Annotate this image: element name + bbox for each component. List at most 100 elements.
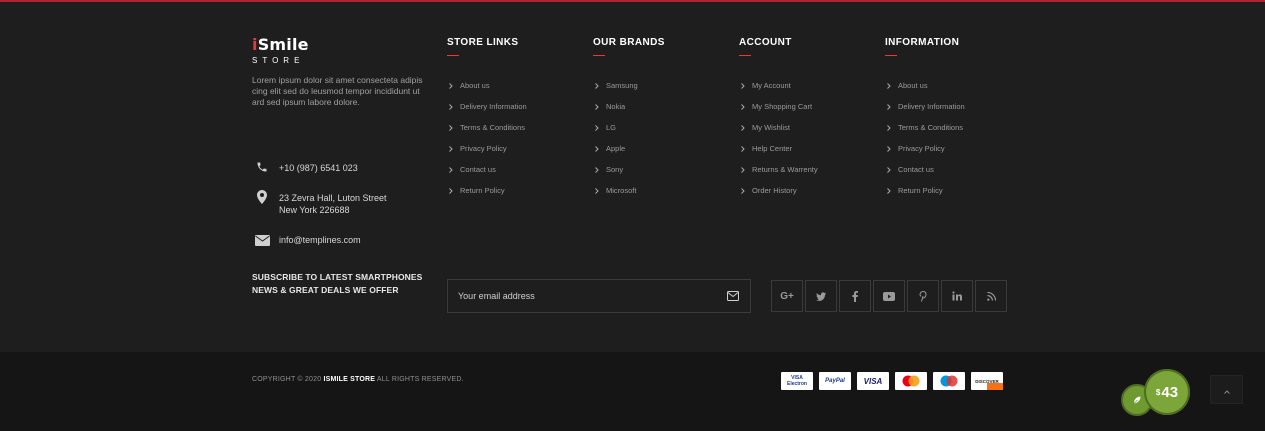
pinterest-icon[interactable] xyxy=(907,280,939,312)
title-underline xyxy=(739,55,751,56)
social-links: G+ xyxy=(771,280,1009,312)
maestro-card-icon xyxy=(933,372,965,390)
footer-link[interactable]: Microsoft xyxy=(593,186,665,207)
email-address[interactable]: info@templines.com xyxy=(279,234,361,246)
chevron-right-icon xyxy=(887,81,895,90)
chevron-right-icon xyxy=(449,102,457,111)
title-underline xyxy=(593,55,605,56)
column-information: INFORMATION About us Delivery Informatio… xyxy=(885,37,965,207)
chevron-right-icon xyxy=(741,165,749,174)
logo-subtitle: STORE xyxy=(252,56,305,65)
price-amount: 43 xyxy=(1161,383,1179,401)
column-title: INFORMATION xyxy=(885,37,960,48)
chevron-right-icon xyxy=(449,81,457,90)
chevron-up-icon xyxy=(1223,381,1230,399)
footer-link[interactable]: Help Center xyxy=(739,144,818,165)
chevron-right-icon xyxy=(449,144,457,153)
chevron-right-icon xyxy=(449,165,457,174)
address-line-2: New York 226688 xyxy=(279,205,350,215)
chevron-right-icon xyxy=(595,186,603,195)
google-plus-icon[interactable]: G+ xyxy=(771,280,803,312)
footer-link[interactable]: Returns & Warrenty xyxy=(739,165,818,186)
chevron-right-icon xyxy=(595,144,603,153)
youtube-icon[interactable] xyxy=(873,280,905,312)
footer-link[interactable]: Terms & Conditions xyxy=(885,123,965,144)
phone-number: +10 (987) 6541 023 xyxy=(279,163,358,173)
footer-link[interactable]: Return Policy xyxy=(885,186,965,207)
chevron-right-icon xyxy=(595,123,603,132)
copyright-brand[interactable]: ISMILE STORE xyxy=(323,376,375,383)
chevron-right-icon xyxy=(887,186,895,195)
footer-link[interactable]: Order History xyxy=(739,186,818,207)
chevron-right-icon xyxy=(741,81,749,90)
twitter-icon[interactable] xyxy=(805,280,837,312)
footer-bottom-bar xyxy=(0,352,1265,431)
footer-link[interactable]: Nokia xyxy=(593,102,665,123)
chevron-right-icon xyxy=(741,186,749,195)
chevron-right-icon xyxy=(887,165,895,174)
column-title: OUR BRANDS xyxy=(593,37,665,48)
footer-link[interactable]: Privacy Policy xyxy=(447,144,527,165)
back-to-top-button[interactable] xyxy=(1210,375,1243,404)
chevron-right-icon xyxy=(741,102,749,111)
footer-link[interactable]: My Shopping Cart xyxy=(739,102,818,123)
chevron-right-icon xyxy=(595,102,603,111)
column-our-brands: OUR BRANDS Samsung Nokia LG Apple Sony M… xyxy=(593,37,665,207)
about-text: Lorem ipsum dolor sit amet consecteta ad… xyxy=(252,75,423,107)
footer-link[interactable]: My Account xyxy=(739,81,818,102)
chevron-right-icon xyxy=(887,102,895,111)
mastercard-icon xyxy=(895,372,927,390)
footer-link[interactable]: Sony xyxy=(593,165,665,186)
visa-card-icon: VISA xyxy=(857,372,889,390)
address-line-1: 23 Zevra Hall, Luton Street xyxy=(279,193,387,203)
chevron-right-icon xyxy=(887,144,895,153)
footer-link[interactable]: About us xyxy=(885,81,965,102)
price-badge[interactable]: $43 xyxy=(1144,369,1190,415)
contact-email: info@templines.com xyxy=(252,233,361,247)
address-text: 23 Zevra Hall, Luton Street New York 226… xyxy=(279,192,387,216)
linkedin-icon[interactable] xyxy=(941,280,973,312)
rss-icon[interactable] xyxy=(975,280,1007,312)
contact-phone: +10 (987) 6541 023 xyxy=(252,160,358,174)
column-title: STORE LINKS xyxy=(447,37,519,48)
newsletter-email-input[interactable] xyxy=(458,291,718,301)
copyright-text: COPYRIGHT © 2020 ISMILE STORE ALL RIGHTS… xyxy=(252,376,464,383)
logo-wordmark: iSmile xyxy=(252,35,309,54)
payment-methods: VISA Electron PayPal VISA DISCOVER xyxy=(781,372,1009,390)
footer-link[interactable]: Contact us xyxy=(885,165,965,186)
column-account: ACCOUNT My Account My Shopping Cart My W… xyxy=(739,37,818,207)
paypal-card-icon: PayPal xyxy=(819,372,851,390)
title-underline xyxy=(447,55,459,56)
footer-link[interactable]: Terms & Conditions xyxy=(447,123,527,144)
footer-link[interactable]: Delivery Information xyxy=(447,102,527,123)
title-underline xyxy=(885,55,897,56)
footer-link[interactable]: My Wishlist xyxy=(739,123,818,144)
visa-electron-card-icon: VISA Electron xyxy=(781,372,813,390)
column-store-links: STORE LINKS About us Delivery Informatio… xyxy=(447,37,527,207)
footer-link[interactable]: LG xyxy=(593,123,665,144)
chevron-right-icon xyxy=(887,123,895,132)
store-logo[interactable]: iSmile STORE xyxy=(252,36,309,66)
footer-link[interactable]: Apple xyxy=(593,144,665,165)
send-envelope-icon[interactable] xyxy=(726,289,740,303)
newsletter-form xyxy=(447,279,751,313)
contact-address: 23 Zevra Hall, Luton Street New York 226… xyxy=(252,190,387,216)
chevron-right-icon xyxy=(449,186,457,195)
footer-link[interactable]: Samsung xyxy=(593,81,665,102)
envelope-icon xyxy=(252,233,272,247)
chevron-right-icon xyxy=(595,165,603,174)
google-plus-label: G+ xyxy=(780,290,794,302)
footer-link[interactable]: About us xyxy=(447,81,527,102)
footer-link[interactable]: Return Policy xyxy=(447,186,527,207)
footer-link[interactable]: Privacy Policy xyxy=(885,144,965,165)
price-currency: $ xyxy=(1155,387,1161,397)
subscribe-title: SUBSCRIBE TO LATEST SMARTPHONES NEWS & G… xyxy=(252,272,423,295)
column-title: ACCOUNT xyxy=(739,37,792,48)
chevron-right-icon xyxy=(595,81,603,90)
chevron-right-icon xyxy=(741,144,749,153)
map-pin-icon xyxy=(252,190,272,204)
footer-link[interactable]: Contact us xyxy=(447,165,527,186)
facebook-icon[interactable] xyxy=(839,280,871,312)
footer-link[interactable]: Delivery Information xyxy=(885,102,965,123)
phone-icon xyxy=(252,160,272,174)
